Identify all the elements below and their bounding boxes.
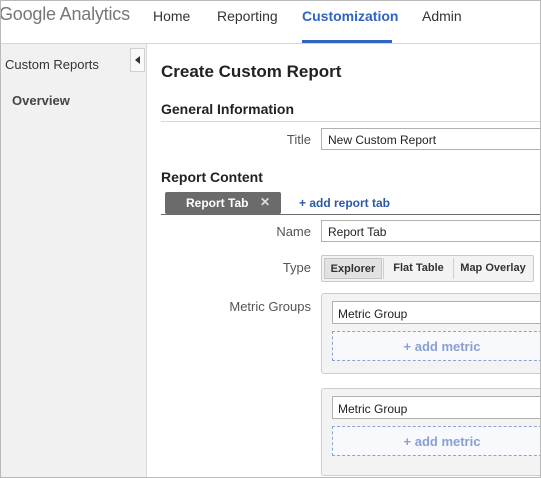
page-title: Create Custom Report bbox=[161, 62, 342, 81]
add-metric-button[interactable]: + add metric bbox=[332, 331, 540, 361]
active-nav-indicator bbox=[302, 40, 392, 43]
app-window: Google Analytics Home Reporting Customiz… bbox=[0, 0, 541, 478]
metric-group-box: Metric Group + add metric bbox=[321, 388, 540, 476]
type-explorer-button[interactable]: Explorer bbox=[324, 258, 382, 279]
metric-group-name-input[interactable]: Metric Group bbox=[332, 396, 540, 419]
add-report-tab-link[interactable]: + add report tab bbox=[299, 196, 390, 210]
main-content: Create Custom Report General Information… bbox=[147, 44, 540, 477]
logo-analytics: Analytics bbox=[59, 4, 130, 24]
nav-admin[interactable]: Admin bbox=[422, 8, 462, 24]
report-type-selector: Explorer Flat Table Map Overlay bbox=[321, 255, 534, 282]
title-label: Title bbox=[286, 132, 311, 147]
type-separator bbox=[383, 258, 384, 279]
report-tab[interactable]: Report Tab ✕ bbox=[165, 192, 281, 214]
metric-group-name-input[interactable]: Metric Group bbox=[332, 301, 540, 324]
sidebar-collapse-button[interactable] bbox=[130, 48, 145, 72]
sidebar-item-overview[interactable]: Overview bbox=[12, 93, 70, 108]
logo-google: Google bbox=[0, 4, 56, 24]
metric-groups-label: Metric Groups bbox=[229, 299, 311, 314]
close-icon[interactable]: ✕ bbox=[260, 195, 270, 209]
nav-customization[interactable]: Customization bbox=[302, 8, 398, 24]
type-label: Type bbox=[282, 260, 311, 275]
google-analytics-logo[interactable]: Google Analytics bbox=[0, 4, 130, 25]
name-input[interactable]: Report Tab bbox=[321, 220, 540, 242]
name-label: Name bbox=[276, 224, 311, 239]
sidebar-item-custom-reports[interactable]: Custom Reports bbox=[5, 57, 99, 72]
report-tab-label: Report Tab bbox=[186, 196, 249, 210]
type-map-overlay-button[interactable]: Map Overlay bbox=[454, 258, 532, 279]
type-flat-table-button[interactable]: Flat Table bbox=[385, 258, 452, 279]
title-input[interactable]: New Custom Report bbox=[321, 128, 540, 150]
tab-divider bbox=[161, 214, 540, 215]
sidebar: Custom Reports Overview bbox=[1, 44, 147, 477]
add-metric-button[interactable]: + add metric bbox=[332, 426, 540, 456]
nav-home[interactable]: Home bbox=[153, 8, 190, 24]
nav-reporting[interactable]: Reporting bbox=[217, 8, 278, 24]
metric-group-box: Metric Group + add metric bbox=[321, 293, 540, 374]
general-information-heading: General Information bbox=[161, 101, 295, 117]
report-content-heading: Report Content bbox=[161, 169, 263, 185]
chevron-left-icon bbox=[135, 56, 140, 64]
top-nav-bar: Google Analytics Home Reporting Customiz… bbox=[0, 1, 540, 44]
section-divider bbox=[161, 121, 540, 122]
